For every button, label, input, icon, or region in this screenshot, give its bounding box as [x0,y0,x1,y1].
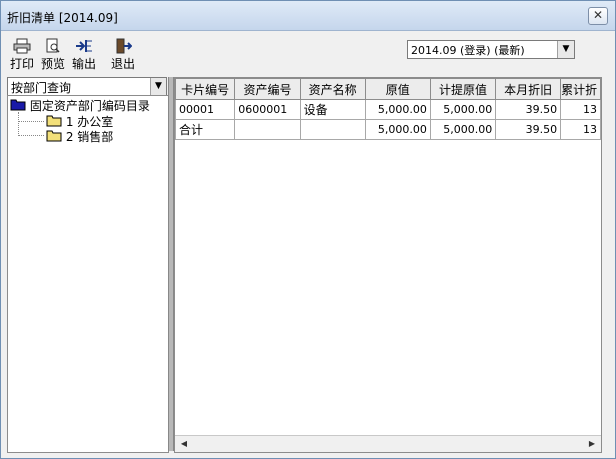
chevron-down-icon[interactable]: ▼ [557,41,574,58]
table-cell[interactable]: 合计 [175,119,236,140]
query-mode-value: 按部门查询 [11,81,72,95]
chevron-down-icon[interactable]: ▼ [150,78,166,95]
query-mode-dropdown[interactable]: 按部门查询 ▼ [7,77,167,96]
close-button[interactable]: ✕ [588,7,608,25]
column-header[interactable]: 资产名称 [299,78,366,100]
depreciation-list-window: 折旧清单 [2014.09] ✕ 打印 预览 输出 退出 2014.09 (登录… [0,0,616,459]
print-label: 打印 [9,57,34,71]
column-header[interactable]: 计提原值 [429,78,497,100]
preview-button[interactable]: 预览 [38,36,68,72]
department-tree: 固定资产部门编码目录 1 办公室 2 销售部 [7,95,169,453]
table-cell[interactable]: 0600001 [234,99,301,120]
column-header[interactable]: 原值 [364,78,431,100]
tree-connector [18,135,44,136]
table-cell[interactable]: 13 [560,119,601,140]
table-cell[interactable]: 13 [560,99,601,120]
close-icon: ✕ [592,8,604,22]
exit-door-icon [108,38,138,54]
tree-item-name: 办公室 [77,115,114,129]
table-row[interactable]: 00001 0600001 设备 5,000.00 5,000.00 39.50… [175,99,601,120]
preview-icon [38,38,68,54]
tree-item-code: 1 [65,115,74,129]
table-total-row[interactable]: 合计 5,000.00 5,000.00 39.50 13 [175,119,601,140]
export-icon [69,38,99,54]
export-label: 输出 [71,57,96,71]
tree-connector [18,112,19,134]
folder-icon [46,129,62,146]
tree-item-code: 2 [65,130,74,144]
export-button[interactable]: 输出 [69,36,99,72]
column-header[interactable]: 资产编号 [234,78,301,100]
tree-connector [18,121,44,122]
depreciation-grid: 卡片编号 资产编号 资产名称 原值 计提原值 本月折旧 累计折 00001 06… [174,77,602,453]
period-value: 2014.09 (登录) (最新) [411,44,525,57]
tree-item-office[interactable]: 1 办公室 [46,114,113,129]
tree-item-name: 销售部 [77,130,114,144]
window-title: 折旧清单 [2014.09] [7,11,118,25]
printer-icon [7,38,37,54]
table-cell[interactable]: 5,000.00 [429,119,497,140]
tree-root[interactable]: 固定资产部门编码目录 [10,98,150,113]
tree-item-sales[interactable]: 2 销售部 [46,129,113,144]
exit-label: 退出 [110,57,135,71]
preview-label: 预览 [40,57,65,71]
column-header[interactable]: 累计折 [560,78,601,100]
title-bar: 折旧清单 [2014.09] ✕ [1,1,615,31]
scroll-left-icon[interactable]: ◀ [177,437,191,451]
table-cell[interactable]: 5,000.00 [364,119,431,140]
depreciation-table: 卡片编号 资产编号 资产名称 原值 计提原值 本月折旧 累计折 00001 06… [175,78,601,140]
table-cell[interactable]: 设备 [299,99,366,120]
table-cell[interactable] [234,119,301,140]
column-header[interactable]: 卡片编号 [175,78,236,100]
exit-button[interactable]: 退出 [108,36,138,72]
horizontal-scrollbar[interactable]: ◀ ▶ [175,435,601,452]
print-button[interactable]: 打印 [7,36,37,72]
table-cell[interactable]: 5,000.00 [429,99,497,120]
tree-root-label: 固定资产部门编码目录 [29,99,150,113]
table-cell[interactable] [299,119,366,140]
table-cell[interactable]: 5,000.00 [364,99,431,120]
table-cell[interactable]: 39.50 [495,119,562,140]
scroll-right-icon[interactable]: ▶ [585,437,599,451]
column-header[interactable]: 本月折旧 [495,78,562,100]
table-header-row: 卡片编号 资产编号 资产名称 原值 计提原值 本月折旧 累计折 [175,78,601,100]
table-cell[interactable]: 00001 [175,99,236,120]
period-dropdown[interactable]: 2014.09 (登录) (最新) ▼ [407,40,575,59]
table-cell[interactable]: 39.50 [495,99,562,120]
